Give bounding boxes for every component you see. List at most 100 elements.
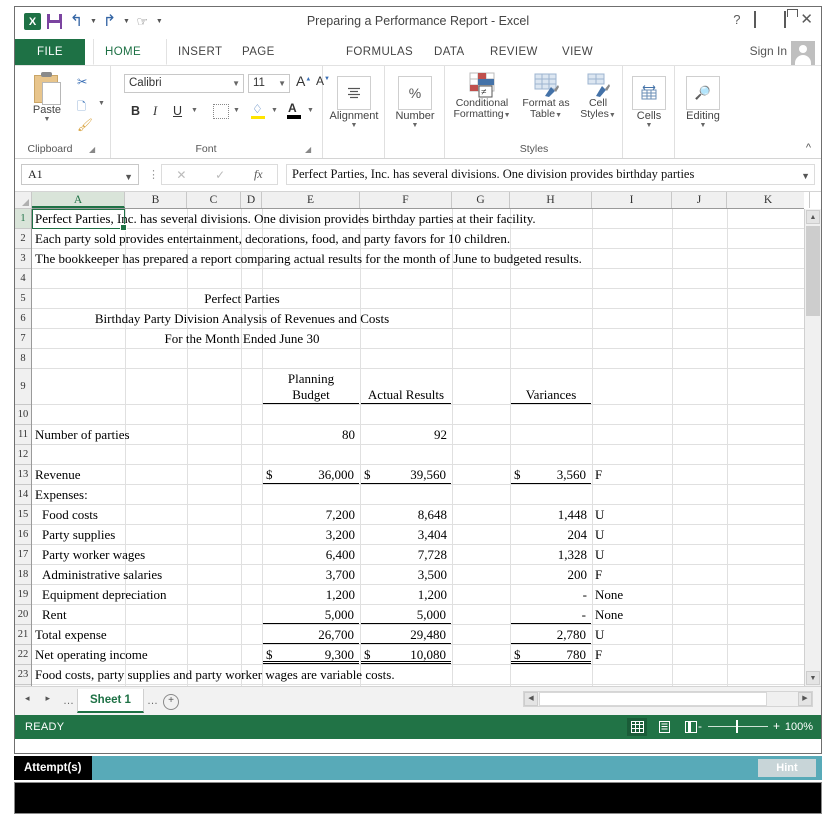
clipboard-dialog-launcher-icon[interactable]: ◢ — [89, 145, 95, 154]
cell-f20[interactable]: 5,000 — [361, 607, 451, 624]
sheet-tab-sheet-1[interactable]: Sheet 1 — [77, 689, 144, 713]
insert-function-icon[interactable]: fx — [254, 167, 263, 182]
cell-a18[interactable]: Administrative salaries — [42, 567, 162, 583]
underline-button[interactable]: U — [173, 104, 182, 118]
row-header-12[interactable]: 12 — [15, 445, 31, 465]
number-button[interactable]: % Number ▼ — [388, 76, 442, 129]
page-layout-icon[interactable] — [654, 718, 674, 736]
cell-title-report[interactable]: Birthday Party Division Analysis of Reve… — [32, 311, 452, 327]
cell-i19[interactable]: None — [595, 587, 623, 603]
sheet-right-ellipsis[interactable]: … — [147, 695, 159, 707]
row-header-17[interactable]: 17 — [15, 545, 31, 565]
cell-i21[interactable]: U — [595, 627, 604, 643]
row-header-19[interactable]: 19 — [15, 585, 31, 605]
cell-h16[interactable]: 204 — [511, 527, 587, 543]
tab-formulas[interactable]: FORMULAS — [335, 39, 423, 65]
column-header-k[interactable]: K — [727, 192, 810, 208]
previous-sheet-icon[interactable]: ◂ — [25, 693, 30, 704]
horizontal-scrollbar[interactable]: ◀ ▶ — [523, 691, 813, 707]
cell-h9-variances[interactable]: Variances — [511, 387, 591, 404]
column-header-c[interactable]: C — [187, 192, 241, 208]
cell-i22[interactable]: F — [595, 647, 602, 663]
cell-a1[interactable]: Perfect Parties, Inc. has several divisi… — [35, 211, 536, 227]
row-header-5[interactable]: 5 — [15, 289, 31, 309]
editing-button[interactable]: 🔎 Editing ▼ — [677, 76, 729, 129]
chevron-down-icon[interactable]: ▼ — [278, 75, 286, 92]
row-header-6[interactable]: 6 — [15, 309, 31, 329]
format-as-table-button[interactable]: Format as Table▼ — [517, 72, 575, 121]
cell-area[interactable]: Perfect Parties, Inc. has several divisi… — [32, 209, 804, 686]
editing-dropdown-icon[interactable]: ▼ — [677, 122, 729, 129]
hint-button[interactable]: Hint — [758, 759, 816, 777]
cell-e9-planning-budget[interactable]: Planning Budget — [263, 371, 359, 404]
add-sheet-icon[interactable]: + — [163, 694, 179, 710]
chevron-down-icon[interactable]: ▼ — [124, 168, 133, 187]
cell-i15[interactable]: U — [595, 507, 604, 523]
row-header-8[interactable]: 8 — [15, 349, 31, 369]
tab-home[interactable]: HOME — [93, 39, 167, 65]
vertical-scroll-thumb[interactable] — [806, 226, 820, 316]
row-header-11[interactable]: 11 — [15, 425, 31, 445]
cell-title-period[interactable]: For the Month Ended June 30 — [32, 331, 452, 347]
tab-view[interactable]: VIEW — [551, 39, 607, 65]
row-header-7[interactable]: 7 — [15, 329, 31, 349]
cell-i18[interactable]: F — [595, 567, 602, 583]
row-header-18[interactable]: 18 — [15, 565, 31, 585]
row-header-13[interactable]: 13 — [15, 465, 31, 485]
avatar[interactable] — [791, 41, 815, 65]
alignment-button[interactable]: Alignment ▼ — [326, 76, 382, 129]
row-header-20[interactable]: 20 — [15, 605, 31, 625]
column-header-d[interactable]: D — [241, 192, 262, 208]
cell-e20[interactable]: 5,000 — [263, 607, 359, 624]
cell-f21[interactable]: 29,480 — [361, 627, 451, 644]
row-header-1[interactable]: 1 — [15, 209, 31, 229]
font-color-icon[interactable]: A — [287, 102, 301, 122]
collapse-ribbon-icon[interactable]: ^ — [806, 142, 811, 154]
next-sheet-icon[interactable]: ▸ — [46, 693, 51, 704]
scroll-right-icon[interactable]: ▶ — [798, 692, 812, 706]
cell-f22[interactable]: $ 10,080 — [361, 647, 451, 664]
enter-icon[interactable]: ✓ — [215, 168, 225, 182]
cell-title-company[interactable]: Perfect Parties — [32, 291, 452, 307]
cell-i13[interactable]: F — [595, 467, 602, 483]
scroll-left-icon[interactable]: ◀ — [524, 692, 538, 706]
cell-e13[interactable]: $ 36,000 — [263, 467, 359, 484]
cells-dropdown-icon[interactable]: ▼ — [625, 122, 673, 129]
column-header-a[interactable]: A — [32, 192, 125, 208]
cell-a19[interactable]: Equipment depreciation — [42, 587, 167, 603]
ribbon-display-options-icon[interactable] — [754, 12, 756, 27]
row-header-9[interactable]: 9 — [15, 369, 31, 405]
row-header-2[interactable]: 2 — [15, 229, 31, 249]
restore-icon[interactable] — [784, 12, 786, 27]
row-header-14[interactable]: 14 — [15, 485, 31, 505]
row-header-10[interactable]: 10 — [15, 405, 31, 425]
zoom-thumb[interactable] — [736, 720, 738, 733]
font-size-select[interactable]: 11 ▼ — [248, 74, 290, 93]
cut-icon[interactable]: ✂ — [77, 74, 87, 89]
conditional-formatting-button[interactable]: ≠ Conditional Formatting▼ — [447, 72, 517, 121]
row-header-3[interactable]: 3 — [15, 249, 31, 269]
cell-a20[interactable]: Rent — [42, 607, 67, 623]
row-header-22[interactable]: 22 — [15, 645, 31, 665]
cell-a21[interactable]: Total expense — [35, 627, 107, 643]
column-header-b[interactable]: B — [125, 192, 187, 208]
cell-i20[interactable]: None — [595, 607, 623, 623]
horizontal-scroll-thumb[interactable] — [539, 692, 767, 706]
normal-view-icon[interactable] — [627, 718, 647, 736]
cell-e18[interactable]: 3,700 — [263, 567, 355, 583]
expand-formula-bar-icon[interactable]: ▼ — [801, 167, 810, 185]
cell-a16[interactable]: Party supplies — [42, 527, 115, 543]
cell-a14[interactable]: Expenses: — [35, 487, 88, 503]
paste-dropdown-icon[interactable]: ▼ — [21, 116, 73, 123]
cell-a2[interactable]: Each party sold provides entertainment, … — [35, 231, 510, 247]
scroll-down-icon[interactable]: ▼ — [806, 671, 820, 685]
cell-f11[interactable]: 92 — [361, 427, 447, 443]
cell-i16[interactable]: U — [595, 527, 604, 543]
row-header-16[interactable]: 16 — [15, 525, 31, 545]
alignment-dropdown-icon[interactable]: ▼ — [326, 122, 382, 129]
cancel-icon[interactable]: ✕ — [176, 168, 186, 182]
cell-f15[interactable]: 8,648 — [361, 507, 447, 523]
paste-button[interactable]: Paste ▼ — [21, 72, 73, 123]
font-dialog-launcher-icon[interactable]: ◢ — [305, 145, 311, 154]
zoom-out-icon[interactable]: - — [698, 720, 702, 732]
